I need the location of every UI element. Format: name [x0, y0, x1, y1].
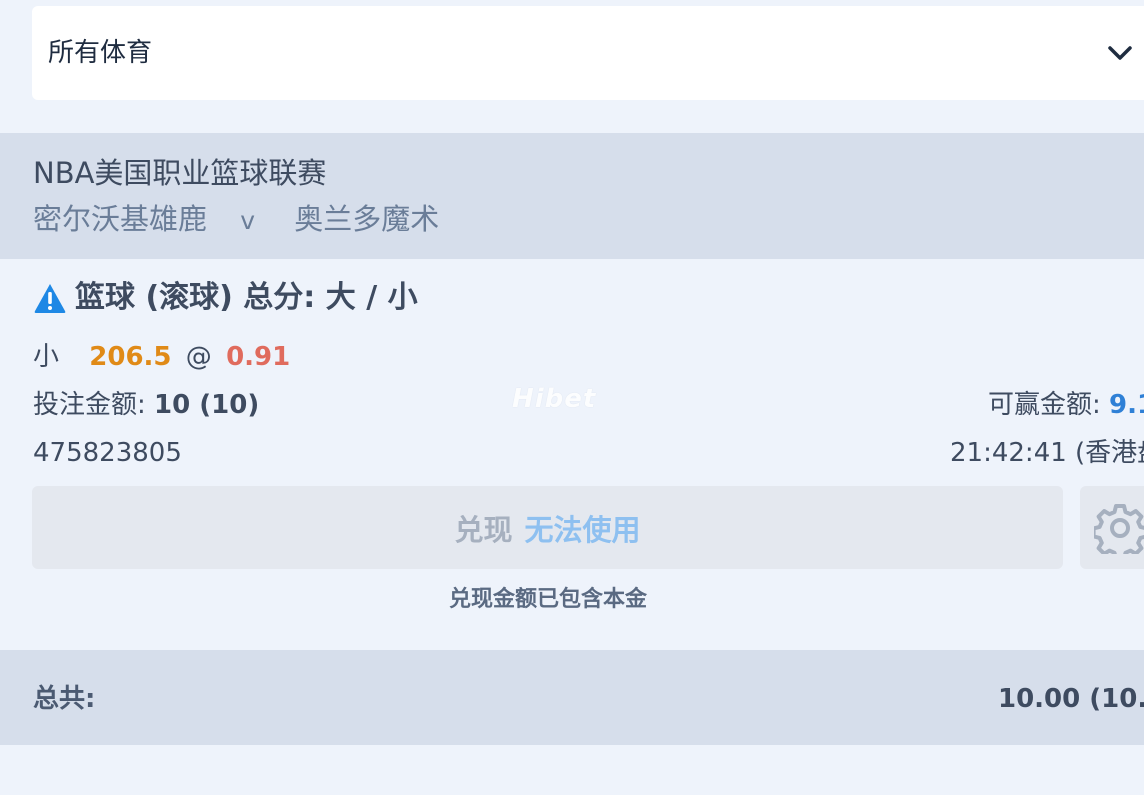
sport-filter-dropdown[interactable]: 所有体育 [32, 6, 1144, 100]
versus-label: v [240, 206, 256, 235]
cashout-settings-button[interactable] [1080, 486, 1144, 569]
watermark: Hibet [512, 384, 597, 414]
to-win-value: 9.1 [1109, 390, 1144, 420]
ticket-id: 475823805 [33, 438, 182, 468]
warning-icon [34, 284, 66, 313]
event-header: NBA美国职业篮球联赛 密尔沃基雄鹿 v 奥兰多魔术 [0, 133, 1144, 259]
gear-icon [1094, 504, 1144, 554]
league-name: NBA美国职业篮球联赛 [33, 156, 327, 190]
to-win-amount: 可赢金额: 9.1 [988, 388, 1144, 422]
selection-side: 小 [33, 342, 60, 372]
to-win-label: 可赢金额: [988, 390, 1101, 420]
at-symbol: @ [185, 342, 212, 372]
total-bar: 总共: 10.00 (10.0 [0, 650, 1144, 745]
bet-market-text: 篮球 (滚球) 总分: 大 / 小 [75, 280, 418, 315]
home-team: 密尔沃基雄鹿 [33, 202, 208, 236]
cashout-label: 兑现 [454, 512, 513, 547]
stake-label: 投注金额: [33, 390, 146, 420]
sport-filter-label: 所有体育 [48, 38, 153, 68]
selection-line: 206.5 [89, 342, 172, 372]
cashout-status: 无法使用 [524, 512, 641, 547]
chevron-down-icon[interactable] [1106, 40, 1134, 66]
bet-time: 21:42:41 (香港盘 [950, 438, 1144, 468]
bet-market-title: 篮球 (滚球) 总分: 大 / 小 [33, 279, 418, 317]
selection-odds: 0.91 [226, 342, 291, 372]
cashout-button[interactable]: 兑现 无法使用 [32, 486, 1063, 569]
stake-value: 10 (10) [154, 390, 260, 420]
total-label: 总共: [33, 684, 96, 714]
away-team: 奥兰多魔术 [294, 202, 440, 236]
cashout-note: 兑现金额已包含本金 [448, 587, 647, 612]
bet-selection: 小 206.5 @ 0.91 [33, 340, 290, 374]
stake-amount: 投注金额: 10 (10) [33, 388, 259, 422]
total-value: 10.00 (10.0 [998, 684, 1144, 714]
match-teams: 密尔沃基雄鹿 v 奥兰多魔术 [33, 201, 439, 239]
